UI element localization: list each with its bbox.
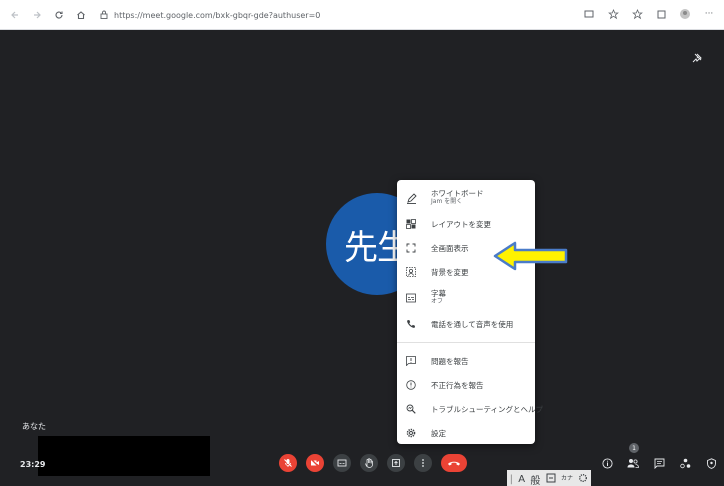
reload-icon[interactable] — [52, 8, 66, 22]
menu-sublabel: オフ — [431, 298, 444, 306]
captions-button[interactable] — [333, 454, 351, 472]
menu-label: 背景を変更 — [431, 267, 469, 277]
ime-toolbar: | A 般 カナ — [507, 470, 591, 486]
collections-icon[interactable] — [654, 7, 668, 21]
menu-label: 設定 — [431, 428, 446, 438]
address-bar[interactable]: https://meet.google.com/bxk-gbqr-gde?aut… — [100, 6, 580, 24]
meeting-details-icon[interactable] — [600, 456, 614, 470]
menu-item-report-abuse[interactable]: 不正行為を報告 — [397, 373, 535, 397]
menu-label: 不正行為を報告 — [431, 380, 484, 390]
ime-kana-label[interactable]: カナ — [561, 476, 573, 482]
menu-label: 電話を通して音声を使用 — [431, 319, 514, 329]
settings-icon — [405, 427, 417, 439]
url-text: https://meet.google.com/bxk-gbqr-gde?aut… — [114, 10, 321, 20]
background-icon — [405, 266, 417, 278]
menu-label: ホワイトボード — [431, 189, 484, 199]
ime-settings-icon[interactable] — [578, 473, 588, 486]
menu-divider — [397, 342, 535, 343]
favorites-icon[interactable] — [630, 7, 644, 21]
hang-up-button[interactable] — [441, 454, 467, 472]
call-controls — [279, 454, 467, 472]
back-icon[interactable] — [8, 8, 22, 22]
participants-count-badge: 1 — [629, 443, 639, 453]
menu-item-settings[interactable]: 設定 — [397, 421, 535, 445]
camera-off-button[interactable] — [306, 454, 324, 472]
chat-icon[interactable] — [652, 456, 666, 470]
ime-kanji-label[interactable]: 般 — [530, 472, 540, 486]
pin-icon[interactable] — [692, 48, 702, 67]
menu-label: 字幕 — [431, 289, 446, 299]
host-controls-icon[interactable] — [704, 456, 718, 470]
report-icon — [405, 355, 417, 367]
profile-avatar-icon[interactable] — [678, 7, 692, 21]
menu-item-change-layout[interactable]: レイアウトを変更 — [397, 212, 535, 236]
captions-icon — [405, 292, 417, 304]
forward-icon[interactable] — [30, 8, 44, 22]
menu-item-phone-audio[interactable]: 電話を通して音声を使用 — [397, 312, 535, 336]
fullscreen-icon — [405, 242, 417, 254]
raise-hand-button[interactable] — [360, 454, 378, 472]
redacted-box — [38, 436, 210, 476]
layout-icon — [405, 218, 417, 230]
menu-item-captions[interactable]: 字幕 オフ — [397, 284, 535, 312]
meeting-stage: 先生 ホワイトボード Jam を開く レイアウトを変更 全画面表示 背景を変更 … — [0, 30, 724, 486]
more-options-button[interactable] — [414, 454, 432, 472]
favorite-add-icon[interactable] — [606, 7, 620, 21]
meeting-clock: 23:29 — [20, 460, 46, 469]
reader-icon[interactable] — [582, 7, 596, 21]
more-options-menu: ホワイトボード Jam を開く レイアウトを変更 全画面表示 背景を変更 字幕 … — [397, 180, 543, 445]
ime-pad-icon[interactable] — [546, 473, 556, 486]
arrow-callout-icon — [493, 241, 568, 271]
side-controls: 1 — [600, 443, 718, 470]
ime-separator: | — [509, 473, 514, 485]
mic-off-button[interactable] — [279, 454, 297, 472]
home-icon[interactable] — [74, 8, 88, 22]
self-name-label: あなた — [22, 422, 46, 431]
troubleshoot-icon — [405, 403, 417, 415]
menu-label: 全画面表示 — [431, 243, 469, 253]
menu-item-whiteboard[interactable]: ホワイトボード Jam を開く — [397, 184, 535, 212]
browser-toolbar: https://meet.google.com/bxk-gbqr-gde?aut… — [0, 0, 724, 30]
menu-sublabel: Jam を開く — [431, 198, 463, 206]
ime-mode-label[interactable]: A — [518, 474, 525, 485]
menu-label: 問題を報告 — [431, 356, 469, 366]
menu-label: レイアウトを変更 — [431, 219, 491, 229]
lock-icon — [100, 10, 108, 21]
menu-item-troubleshooting[interactable]: トラブルシューティングとヘルプ — [397, 397, 543, 421]
pencil-icon — [405, 192, 417, 204]
abuse-icon — [405, 379, 417, 391]
more-icon[interactable]: ··· — [702, 7, 716, 21]
phone-icon — [405, 318, 417, 330]
menu-item-report-problem[interactable]: 問題を報告 — [397, 349, 535, 373]
participants-icon[interactable]: 1 — [626, 443, 640, 470]
menu-label: トラブルシューティングとヘルプ — [431, 404, 544, 414]
activities-icon[interactable] — [678, 456, 692, 470]
present-screen-button[interactable] — [387, 454, 405, 472]
